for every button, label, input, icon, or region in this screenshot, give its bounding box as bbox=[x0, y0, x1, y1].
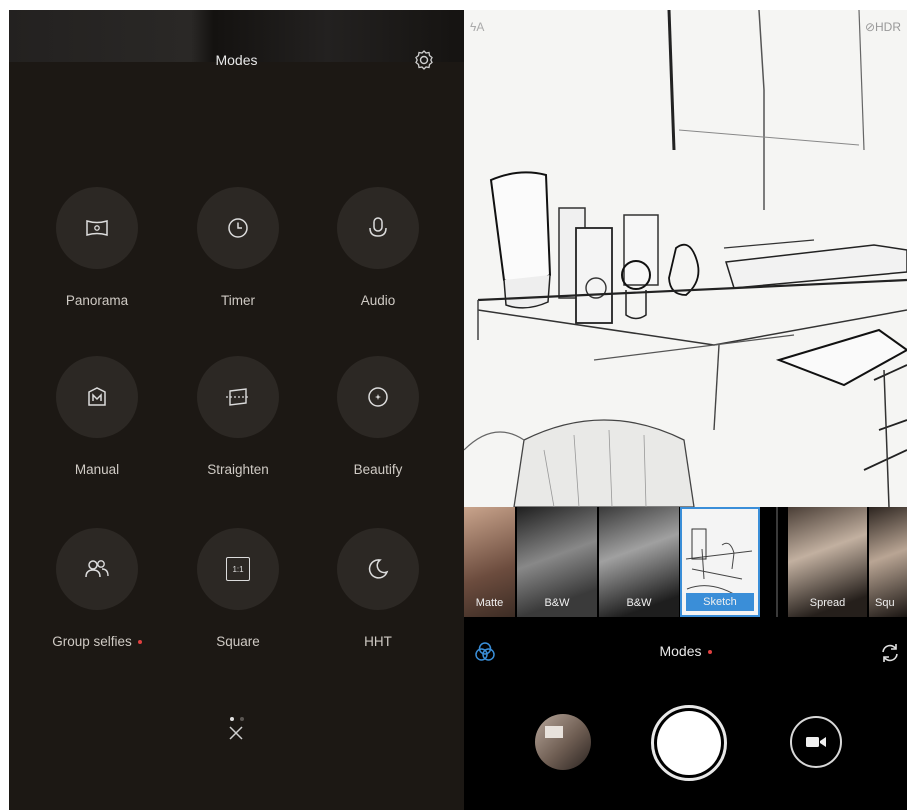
video-camera-icon bbox=[806, 737, 826, 747]
filter-label: B&W bbox=[626, 597, 652, 609]
manual-button[interactable] bbox=[56, 356, 138, 438]
modes-label: Modes bbox=[659, 643, 702, 659]
modes-button[interactable]: Modes bbox=[464, 643, 907, 659]
mode-manual[interactable]: Manual bbox=[37, 356, 157, 477]
mode-label: Panorama bbox=[65, 293, 129, 308]
beautify-icon bbox=[368, 387, 388, 407]
shutter-button[interactable] bbox=[651, 705, 727, 781]
flash-auto-icon[interactable]: ϟA bbox=[470, 20, 484, 34]
filter-label: B&W bbox=[544, 597, 570, 609]
mode-label: Beautify bbox=[353, 462, 403, 477]
beautify-button[interactable] bbox=[337, 356, 419, 438]
group-selfies-icon bbox=[85, 560, 109, 578]
mode-label: HHT bbox=[364, 634, 392, 649]
gear-icon[interactable] bbox=[412, 48, 436, 72]
page-dot bbox=[240, 717, 244, 721]
panorama-icon bbox=[86, 219, 108, 237]
gallery-thumbnail-highlight bbox=[545, 726, 563, 738]
square-icon-text: 1:1 bbox=[232, 564, 244, 574]
filter-divider bbox=[776, 507, 778, 617]
hht-icon bbox=[368, 559, 389, 579]
mode-beautify[interactable]: Beautify bbox=[318, 356, 438, 477]
camera-view: ϟA ⊘HDR Matte B&W B&W Sketch Spread Squ bbox=[464, 10, 907, 810]
timer-icon bbox=[228, 218, 248, 238]
straighten-icon bbox=[226, 388, 250, 406]
capture-controls bbox=[464, 677, 907, 810]
mode-bar: Modes bbox=[464, 627, 907, 677]
square-button[interactable]: 1:1 bbox=[197, 528, 279, 610]
manual-icon bbox=[88, 387, 106, 406]
filter-label: Matte bbox=[475, 597, 504, 609]
mode-label: Manual bbox=[74, 462, 120, 477]
modes-panel: Modes Panorama Timer Audio Manual Straig… bbox=[9, 10, 464, 810]
close-icon[interactable] bbox=[227, 724, 245, 742]
page-dot-active bbox=[230, 717, 234, 721]
shutter-inner bbox=[657, 711, 721, 775]
filter-strip[interactable]: Matte B&W B&W Sketch Spread Squ bbox=[464, 507, 907, 617]
mode-label: Timer bbox=[221, 293, 255, 308]
audio-button[interactable] bbox=[337, 187, 419, 269]
gallery-thumbnail[interactable] bbox=[535, 714, 591, 770]
new-badge-dot bbox=[707, 650, 712, 655]
audio-icon bbox=[369, 217, 387, 237]
group-selfies-button[interactable] bbox=[56, 528, 138, 610]
hdr-toggle[interactable]: ⊘HDR bbox=[865, 20, 901, 34]
mode-group-selfies[interactable]: Group selfies bbox=[37, 528, 157, 649]
panorama-button[interactable] bbox=[56, 187, 138, 269]
new-badge-dot bbox=[137, 640, 142, 645]
hht-button[interactable] bbox=[337, 528, 419, 610]
video-mode-button[interactable] bbox=[790, 716, 842, 768]
viewfinder[interactable]: ϟA ⊘HDR bbox=[464, 10, 907, 507]
mode-panorama[interactable]: Panorama bbox=[37, 187, 157, 308]
filter-label: Spread bbox=[809, 597, 846, 609]
mode-label: Square bbox=[216, 634, 260, 649]
mode-timer[interactable]: Timer bbox=[178, 187, 298, 308]
filter-label: Squ bbox=[875, 597, 895, 609]
filter-thumbnail[interactable]: B&W bbox=[517, 507, 597, 617]
mode-hht[interactable]: HHT bbox=[318, 528, 438, 649]
filter-thumbnail[interactable]: B&W bbox=[599, 507, 679, 617]
sketch-preview-image bbox=[464, 10, 907, 507]
modes-title: Modes bbox=[215, 52, 258, 68]
filter-thumbnail[interactable]: Matte bbox=[464, 507, 515, 617]
filter-thumbnail-selected[interactable]: Sketch bbox=[680, 507, 760, 617]
square-icon: 1:1 bbox=[226, 557, 250, 581]
straighten-button[interactable] bbox=[197, 356, 279, 438]
switch-camera-icon[interactable] bbox=[878, 641, 902, 665]
mode-straighten[interactable]: Straighten bbox=[178, 356, 298, 477]
mode-square[interactable]: 1:1 Square bbox=[178, 528, 298, 649]
filter-label: Sketch bbox=[686, 593, 754, 611]
mode-label: Group selfies bbox=[37, 634, 157, 649]
filter-thumbnail[interactable]: Squ bbox=[869, 507, 907, 617]
mode-audio[interactable]: Audio bbox=[318, 187, 438, 308]
mode-label: Straighten bbox=[207, 462, 269, 477]
timer-button[interactable] bbox=[197, 187, 279, 269]
mode-label: Audio bbox=[360, 293, 396, 308]
filter-thumbnail[interactable]: Spread bbox=[788, 507, 867, 617]
